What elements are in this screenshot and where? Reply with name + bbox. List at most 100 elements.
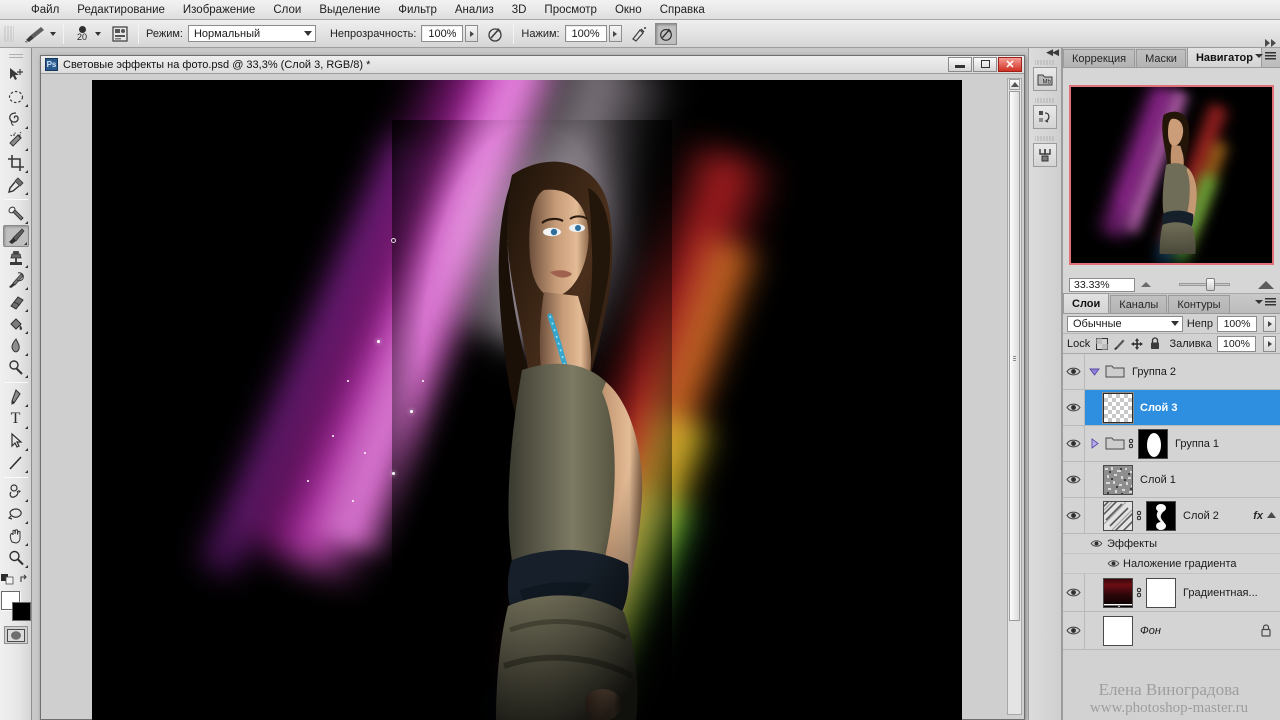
table-row[interactable]: Слой 2 fx: [1063, 498, 1280, 534]
lock-all-button[interactable]: [1149, 337, 1162, 350]
list-item[interactable]: Эффекты: [1063, 534, 1280, 554]
color-swatches[interactable]: [0, 591, 31, 621]
layer-mask-link-icon[interactable]: [1133, 509, 1144, 522]
menu-item-help[interactable]: Справка: [651, 2, 714, 18]
options-bar-grip[interactable]: [4, 22, 14, 45]
tab-layers[interactable]: Слои: [1063, 293, 1110, 313]
tool-crop[interactable]: [3, 152, 29, 174]
effects-visibility-toggle[interactable]: [1085, 539, 1107, 548]
canvas-vertical-scrollbar[interactable]: [1007, 78, 1022, 715]
table-row[interactable]: Слой 3: [1063, 390, 1280, 426]
tool-3d-rotate[interactable]: [3, 481, 29, 503]
opacity-spin-button[interactable]: [465, 25, 479, 42]
dock-expand-row[interactable]: ◀◀: [1029, 47, 1061, 57]
group-expand-toggle[interactable]: [1085, 367, 1103, 376]
layer-mask-thumbnail[interactable]: [1138, 428, 1168, 459]
tool-eyedropper[interactable]: [3, 174, 29, 196]
adjustment-layer-thumbnail[interactable]: [1103, 577, 1133, 608]
list-item[interactable]: Наложение градиента: [1063, 554, 1280, 574]
zoom-in-icon[interactable]: [1258, 280, 1274, 289]
layer-thumbnail[interactable]: [1103, 500, 1133, 531]
tool-dodge[interactable]: [3, 357, 29, 379]
menu-item-3d[interactable]: 3D: [503, 2, 536, 18]
tool-zoom[interactable]: [3, 547, 29, 569]
layers-panel-menu-button[interactable]: [1255, 298, 1276, 306]
menu-item-select[interactable]: Выделение: [310, 2, 389, 18]
swap-colors-icon[interactable]: [19, 573, 31, 585]
menu-item-image[interactable]: Изображение: [174, 2, 264, 18]
layer-mask-link-icon[interactable]: [1125, 437, 1136, 450]
actions-panel-button[interactable]: [1033, 143, 1057, 167]
menu-item-edit[interactable]: Редактирование: [68, 2, 174, 18]
tool-healing-brush[interactable]: [3, 203, 29, 225]
tools-panel-grip[interactable]: [8, 54, 23, 60]
tool-hand[interactable]: [3, 525, 29, 547]
tool-blur[interactable]: [3, 335, 29, 357]
brush-size-caret-icon[interactable]: [95, 31, 101, 36]
history-panel-button[interactable]: [1033, 105, 1057, 129]
group-expand-toggle[interactable]: [1085, 438, 1103, 449]
navigator-thumbnail[interactable]: [1069, 85, 1274, 265]
lock-position-button[interactable]: [1131, 337, 1144, 350]
table-row[interactable]: Группа 2: [1063, 354, 1280, 390]
layer-name[interactable]: Градиентная...: [1176, 587, 1280, 599]
opacity-input[interactable]: 100%: [421, 25, 464, 42]
layer-visibility-toggle[interactable]: [1063, 574, 1085, 611]
layer-mask-thumbnail[interactable]: [1146, 577, 1176, 608]
document-title-bar[interactable]: Ps Световые эффекты на фото.psd @ 33,3% …: [41, 56, 1024, 74]
brush-tool-preset-picker[interactable]: [17, 25, 56, 43]
slider-knob[interactable]: [1206, 278, 1216, 291]
dock-item-mini-bridge[interactable]: Mb: [1033, 59, 1057, 91]
tool-brush[interactable]: [2, 225, 29, 247]
lock-image-pixels-button[interactable]: [1113, 337, 1126, 350]
layer-thumbnail[interactable]: [1103, 464, 1133, 495]
tool-move[interactable]: [3, 64, 29, 86]
layer-opacity-input[interactable]: 100%: [1217, 315, 1257, 332]
layer-fill-spin-button[interactable]: [1263, 335, 1277, 352]
navigator-thumbnail-area[interactable]: [1063, 68, 1280, 276]
blend-mode-select[interactable]: Нормальный: [187, 25, 316, 42]
layer-name[interactable]: Группа 1: [1168, 438, 1280, 450]
layer-visibility-toggle[interactable]: [1063, 426, 1085, 461]
layer-visibility-toggle[interactable]: [1063, 462, 1085, 497]
dock-item-actions[interactable]: [1033, 135, 1057, 167]
layer-mask-link-icon[interactable]: [1133, 586, 1144, 599]
layer-visibility-toggle[interactable]: [1063, 354, 1085, 389]
tab-navigator[interactable]: Навигатор: [1186, 47, 1262, 67]
layer-visibility-toggle[interactable]: [1063, 390, 1085, 425]
layer-name[interactable]: Фон: [1133, 625, 1260, 637]
brush-size-indicator[interactable]: 20: [71, 25, 93, 42]
background-color-swatch[interactable]: [11, 602, 31, 621]
tool-marquee[interactable]: [3, 86, 29, 108]
table-row[interactable]: Слой 1: [1063, 462, 1280, 498]
maximize-button[interactable]: [973, 56, 997, 72]
tool-type[interactable]: T: [3, 408, 29, 430]
menu-item-window[interactable]: Окно: [606, 2, 651, 18]
tool-clone-stamp[interactable]: [3, 247, 29, 269]
quick-mask-mode-button[interactable]: [3, 626, 28, 644]
pressure-input[interactable]: 100%: [564, 25, 607, 42]
scrollbar-thumb[interactable]: [1009, 91, 1020, 621]
layer-opacity-spin-button[interactable]: [1263, 315, 1276, 332]
tab-channels[interactable]: Каналы: [1110, 295, 1168, 313]
tool-path-selection[interactable]: [3, 430, 29, 452]
scroll-up-button[interactable]: [1009, 79, 1020, 90]
brush-panel-toggle-button[interactable]: [109, 23, 131, 45]
table-row[interactable]: Группа 1: [1063, 426, 1280, 462]
effect-visibility-toggle[interactable]: [1103, 559, 1123, 568]
layer-name[interactable]: Слой 3: [1133, 402, 1280, 414]
close-button[interactable]: ✕: [998, 56, 1022, 72]
tool-gradient[interactable]: [3, 313, 29, 335]
table-row[interactable]: Фон: [1063, 612, 1280, 650]
layer-fill-input[interactable]: 100%: [1216, 335, 1257, 352]
mini-bridge-button[interactable]: Mb: [1033, 67, 1057, 91]
table-row[interactable]: Градиентная...: [1063, 574, 1280, 612]
navigator-panel-menu-button[interactable]: [1255, 52, 1276, 60]
navigator-zoom-input[interactable]: 33.33%: [1069, 277, 1135, 292]
tool-lasso[interactable]: [3, 108, 29, 130]
tool-line[interactable]: [3, 452, 29, 474]
menu-item-layers[interactable]: Слои: [264, 2, 310, 18]
zoom-out-icon[interactable]: [1141, 282, 1151, 287]
image-canvas[interactable]: [92, 80, 962, 720]
layer-visibility-toggle[interactable]: [1063, 612, 1085, 649]
